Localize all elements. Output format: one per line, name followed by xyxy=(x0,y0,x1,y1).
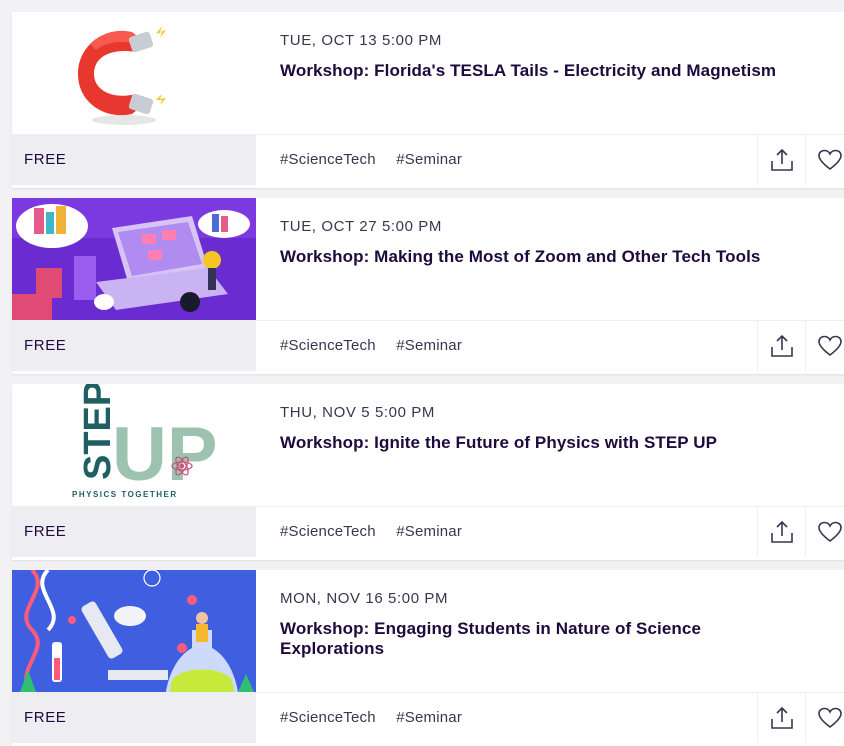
event-card-footer: FREE #ScienceTech #Seminar xyxy=(12,692,844,743)
event-card-header[interactable]: TUE, OCT 27 5:00 PM Workshop: Making the… xyxy=(12,198,844,320)
share-icon xyxy=(771,520,793,543)
heart-icon xyxy=(818,521,842,543)
magnet-illustration xyxy=(12,12,256,134)
event-price: FREE xyxy=(12,507,256,557)
logo-tagline: PHYSICS TOGETHER xyxy=(72,490,178,499)
event-card[interactable]: TUE, OCT 27 5:00 PM Workshop: Making the… xyxy=(12,198,844,374)
tag-sciencetech[interactable]: #ScienceTech xyxy=(280,151,376,168)
event-card-header[interactable]: TUE, OCT 13 5:00 PM Workshop: Florida's … xyxy=(12,12,844,134)
event-date: MON, NOV 16 5:00 PM xyxy=(280,590,449,607)
event-tags: #ScienceTech #Seminar xyxy=(280,135,478,185)
event-title[interactable]: Workshop: Florida's TESLA Tails - Electr… xyxy=(280,61,804,81)
lab-science-illustration xyxy=(12,570,256,692)
event-date: THU, NOV 5 5:00 PM xyxy=(280,404,436,421)
event-info: MON, NOV 16 5:00 PM Workshop: Engaging S… xyxy=(280,570,804,659)
event-card-footer: FREE #ScienceTech #Seminar xyxy=(12,320,844,371)
tag-seminar[interactable]: #Seminar xyxy=(396,337,462,354)
like-button[interactable] xyxy=(805,135,844,185)
share-icon xyxy=(771,148,793,171)
heart-icon xyxy=(818,149,842,171)
event-card[interactable]: STEP UP PHYSICS TOGETHER THU, NOV 5 5:00… xyxy=(12,384,844,560)
event-tags: #ScienceTech #Seminar xyxy=(280,693,478,743)
event-image-magnet[interactable] xyxy=(12,12,256,134)
like-button[interactable] xyxy=(805,693,844,743)
event-date: TUE, OCT 13 5:00 PM xyxy=(280,32,443,49)
event-tags: #ScienceTech #Seminar xyxy=(280,507,478,557)
event-card[interactable]: MON, NOV 16 5:00 PM Workshop: Engaging S… xyxy=(12,570,844,746)
tag-seminar[interactable]: #Seminar xyxy=(396,709,462,726)
share-icon xyxy=(771,706,793,729)
event-card-footer: FREE #ScienceTech #Seminar xyxy=(12,506,844,557)
event-title[interactable]: Workshop: Making the Most of Zoom and Ot… xyxy=(280,247,804,267)
heart-icon xyxy=(818,335,842,357)
event-card-header[interactable]: MON, NOV 16 5:00 PM Workshop: Engaging S… xyxy=(12,570,844,692)
event-image-step-up[interactable]: STEP UP PHYSICS TOGETHER xyxy=(12,384,256,506)
event-title[interactable]: Workshop: Engaging Students in Nature of… xyxy=(280,619,804,659)
laptop-workspace-illustration xyxy=(12,198,256,320)
event-price: FREE xyxy=(12,135,256,185)
event-price: FREE xyxy=(12,321,256,371)
event-tags: #ScienceTech #Seminar xyxy=(280,321,478,371)
share-icon xyxy=(771,334,793,357)
tag-sciencetech[interactable]: #ScienceTech xyxy=(280,523,376,540)
share-button[interactable] xyxy=(757,693,806,743)
tag-sciencetech[interactable]: #ScienceTech xyxy=(280,337,376,354)
event-info: THU, NOV 5 5:00 PM Workshop: Ignite the … xyxy=(280,384,804,453)
heart-icon xyxy=(818,707,842,729)
event-image-laptop[interactable] xyxy=(12,198,256,320)
share-button[interactable] xyxy=(757,321,806,371)
like-button[interactable] xyxy=(805,507,844,557)
event-card-footer: FREE #ScienceTech #Seminar xyxy=(12,134,844,185)
event-list: TUE, OCT 13 5:00 PM Workshop: Florida's … xyxy=(0,0,844,746)
event-info: TUE, OCT 27 5:00 PM Workshop: Making the… xyxy=(280,198,804,267)
tag-sciencetech[interactable]: #ScienceTech xyxy=(280,709,376,726)
tag-seminar[interactable]: #Seminar xyxy=(396,151,462,168)
share-button[interactable] xyxy=(757,507,806,557)
event-card-header[interactable]: STEP UP PHYSICS TOGETHER THU, NOV 5 5:00… xyxy=(12,384,844,506)
logo-word-up: UP xyxy=(112,412,218,497)
step-up-logo: STEP UP PHYSICS TOGETHER xyxy=(12,384,256,506)
event-info: TUE, OCT 13 5:00 PM Workshop: Florida's … xyxy=(280,12,804,81)
like-button[interactable] xyxy=(805,321,844,371)
event-price: FREE xyxy=(12,693,256,743)
tag-seminar[interactable]: #Seminar xyxy=(396,523,462,540)
event-date: TUE, OCT 27 5:00 PM xyxy=(280,218,443,235)
event-title[interactable]: Workshop: Ignite the Future of Physics w… xyxy=(280,433,804,453)
share-button[interactable] xyxy=(757,135,806,185)
event-card[interactable]: TUE, OCT 13 5:00 PM Workshop: Florida's … xyxy=(12,12,844,188)
event-image-lab[interactable] xyxy=(12,570,256,692)
